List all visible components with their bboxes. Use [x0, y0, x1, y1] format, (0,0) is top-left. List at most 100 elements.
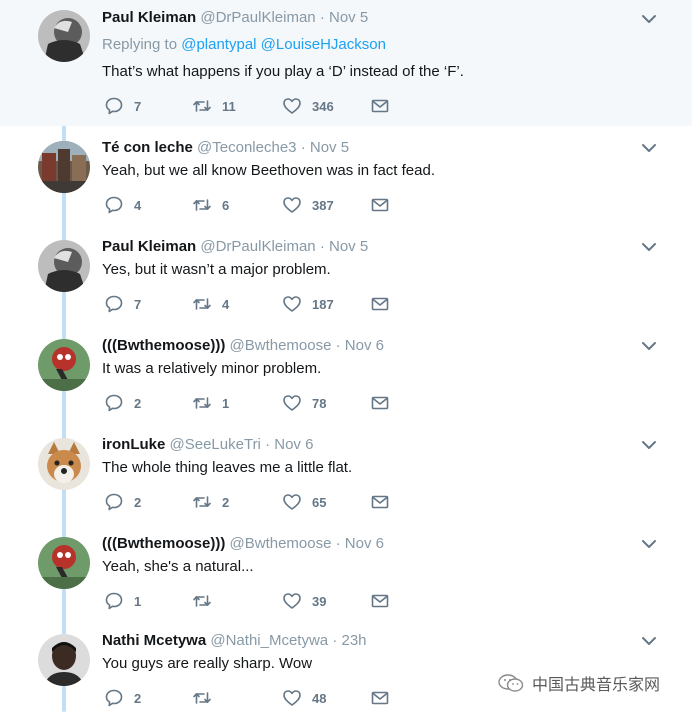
- user-handle[interactable]: @SeeLukeTri: [170, 436, 261, 453]
- avatar[interactable]: [38, 634, 90, 686]
- chevron-down-icon[interactable]: [640, 10, 658, 28]
- retweet-icon: [192, 688, 212, 708]
- avatar[interactable]: [38, 339, 90, 391]
- user-handle[interactable]: @Bwthemoose: [230, 535, 332, 552]
- tweet-text: Yes, but it wasn’t a major problem.: [102, 261, 331, 278]
- mention-link[interactable]: @LouiseHJackson: [261, 36, 386, 53]
- avatar[interactable]: [38, 10, 90, 62]
- retweet-button[interactable]: 6: [192, 195, 229, 215]
- reply-button[interactable]: 2: [104, 492, 141, 512]
- separator: ·: [319, 238, 325, 255]
- timestamp[interactable]: Nov 6: [274, 436, 313, 453]
- heart-icon: [282, 96, 302, 116]
- display-name[interactable]: (((Bwthemoose))): [102, 535, 225, 552]
- display-name[interactable]: Té con leche: [102, 139, 193, 156]
- reply-count: 2: [134, 395, 142, 411]
- reply-button[interactable]: 7: [104, 294, 141, 314]
- retweet-button[interactable]: 1: [192, 393, 229, 413]
- like-count: 346: [312, 98, 334, 114]
- retweet-icon: [192, 96, 212, 116]
- like-button[interactable]: 39: [282, 591, 326, 611]
- chevron-down-icon[interactable]: [640, 238, 658, 256]
- user-handle[interactable]: @Teconleche3: [197, 139, 296, 156]
- tweet-header: ironLuke @SeeLukeTri · Nov 6: [102, 436, 313, 454]
- tweet[interactable]: (((Bwthemoose))) @Bwthemoose · Nov 6 It …: [0, 325, 692, 423]
- reply-count: 7: [134, 296, 142, 312]
- reply-icon: [104, 195, 124, 215]
- direct-message-button[interactable]: [370, 96, 390, 116]
- tweet[interactable]: Paul Kleiman @DrPaulKleiman · Nov 5 Yes,…: [0, 226, 692, 324]
- display-name[interactable]: Paul Kleiman: [102, 9, 196, 26]
- avatar[interactable]: [38, 537, 90, 589]
- reply-button[interactable]: 4: [104, 195, 141, 215]
- chevron-down-icon[interactable]: [640, 337, 658, 355]
- heart-icon: [282, 492, 302, 512]
- tweet-thread: Paul Kleiman @DrPaulKleiman · Nov 5 Repl…: [0, 0, 692, 712]
- tweet-actions: 7 4 187: [104, 294, 404, 314]
- tweet-header: (((Bwthemoose))) @Bwthemoose · Nov 6: [102, 535, 384, 553]
- avatar[interactable]: [38, 141, 90, 193]
- tweet-header: Té con leche @Teconleche3 · Nov 5: [102, 139, 349, 157]
- timestamp[interactable]: 23h: [342, 632, 367, 649]
- like-button[interactable]: 187: [282, 294, 334, 314]
- avatar[interactable]: [38, 438, 90, 490]
- display-name[interactable]: Nathi Mcetywa: [102, 632, 206, 649]
- like-button[interactable]: 346: [282, 96, 334, 116]
- tweet[interactable]: Paul Kleiman @DrPaulKleiman · Nov 5 Repl…: [0, 0, 692, 126]
- display-name[interactable]: Paul Kleiman: [102, 238, 196, 255]
- direct-message-button[interactable]: [370, 591, 390, 611]
- retweet-button[interactable]: 2: [192, 492, 229, 512]
- chevron-down-icon[interactable]: [640, 535, 658, 553]
- tweet-actions: 4 6 387: [104, 195, 404, 215]
- replying-to-label: Replying to: [102, 36, 178, 53]
- timestamp[interactable]: Nov 5: [329, 9, 368, 26]
- reply-icon: [104, 591, 124, 611]
- like-button[interactable]: 48: [282, 688, 326, 708]
- timestamp[interactable]: Nov 5: [329, 238, 368, 255]
- retweet-button[interactable]: 11: [192, 96, 236, 116]
- chevron-down-icon[interactable]: [640, 436, 658, 454]
- user-handle[interactable]: @Bwthemoose: [230, 337, 332, 354]
- retweet-button[interactable]: 4: [192, 294, 229, 314]
- envelope-icon: [370, 393, 390, 413]
- like-button[interactable]: 78: [282, 393, 326, 413]
- reply-button[interactable]: 2: [104, 393, 141, 413]
- direct-message-button[interactable]: [370, 688, 390, 708]
- timestamp[interactable]: Nov 5: [310, 139, 349, 156]
- display-name[interactable]: ironLuke: [102, 436, 165, 453]
- tweet[interactable]: ironLuke @SeeLukeTri · Nov 6 The whole t…: [0, 424, 692, 522]
- chevron-down-icon[interactable]: [640, 139, 658, 157]
- reply-count: 4: [134, 197, 142, 213]
- retweet-button[interactable]: [192, 688, 222, 708]
- timestamp[interactable]: Nov 6: [345, 337, 384, 354]
- avatar[interactable]: [38, 240, 90, 292]
- tweet-actions: 7 11 346: [104, 96, 404, 116]
- timestamp[interactable]: Nov 6: [345, 535, 384, 552]
- mention-link[interactable]: @plantypal: [181, 36, 256, 53]
- direct-message-button[interactable]: [370, 492, 390, 512]
- tweet-header: (((Bwthemoose))) @Bwthemoose · Nov 6: [102, 337, 384, 355]
- user-handle[interactable]: @DrPaulKleiman: [200, 9, 315, 26]
- tweet[interactable]: (((Bwthemoose))) @Bwthemoose · Nov 6 Yea…: [0, 523, 692, 621]
- like-button[interactable]: 65: [282, 492, 326, 512]
- user-handle[interactable]: @Nathi_Mcetywa: [210, 632, 328, 649]
- reply-button[interactable]: 1: [104, 591, 141, 611]
- display-name[interactable]: (((Bwthemoose))): [102, 337, 225, 354]
- tweet-actions: 1 39: [104, 591, 404, 611]
- reply-icon: [104, 393, 124, 413]
- direct-message-button[interactable]: [370, 294, 390, 314]
- tweet-text: The whole thing leaves me a little flat.: [102, 459, 353, 476]
- like-count: 387: [312, 197, 334, 213]
- retweet-button[interactable]: [192, 591, 222, 611]
- reply-button[interactable]: 2: [104, 688, 141, 708]
- direct-message-button[interactable]: [370, 393, 390, 413]
- user-handle[interactable]: @DrPaulKleiman: [200, 238, 315, 255]
- reply-button[interactable]: 7: [104, 96, 141, 116]
- chevron-down-icon[interactable]: [640, 632, 658, 650]
- heart-icon: [282, 688, 302, 708]
- like-button[interactable]: 387: [282, 195, 334, 215]
- tweet[interactable]: Nathi Mcetywa @Nathi_Mcetywa · 23h You g…: [0, 622, 692, 712]
- like-count: 39: [312, 593, 327, 609]
- tweet[interactable]: Té con leche @Teconleche3 · Nov 5 Yeah, …: [0, 127, 692, 225]
- direct-message-button[interactable]: [370, 195, 390, 215]
